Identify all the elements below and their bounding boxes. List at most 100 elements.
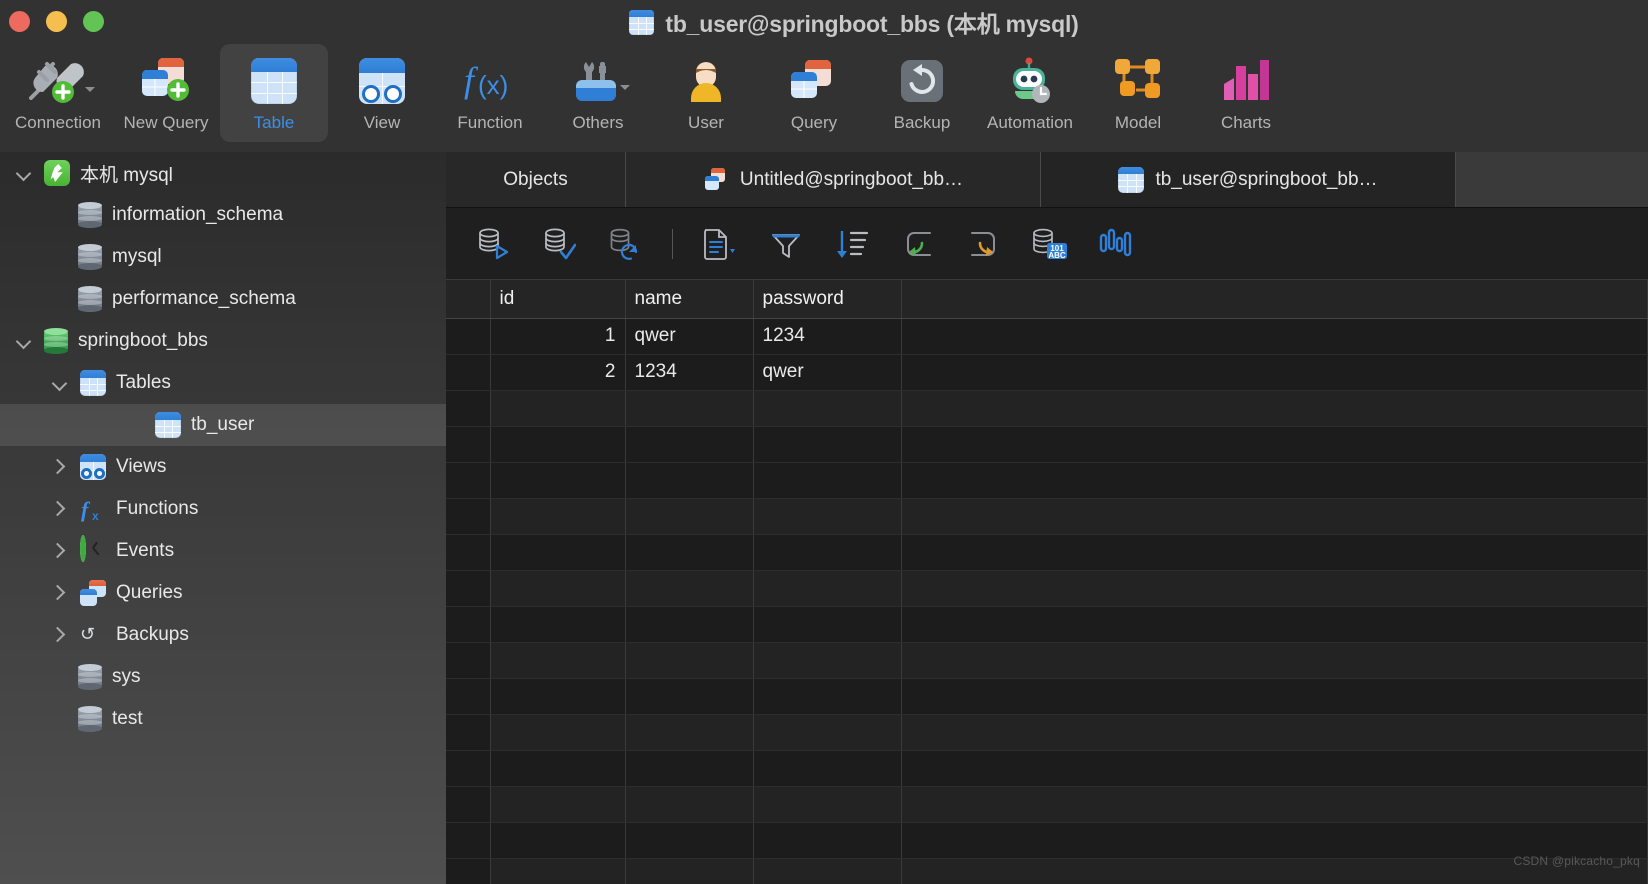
cell-filler (901, 318, 1648, 355)
function-fx-icon: f (x) (462, 56, 518, 106)
user-icon (683, 56, 729, 106)
watermark-text: CSDN @pikcacho_pkq (1513, 854, 1640, 868)
toolbar-label: Automation (987, 113, 1073, 132)
sidebar-item-information-schema[interactable]: information_schema (0, 194, 446, 236)
sidebar-item-label: information_schema (112, 204, 284, 225)
toolbar-label: Others (572, 113, 624, 132)
toolbar-button-query[interactable]: Query (760, 44, 868, 142)
sidebar-item-events[interactable]: Events (0, 530, 446, 572)
sidebar-item-mysql[interactable]: mysql (0, 236, 446, 278)
toolbar-button-new-query[interactable]: New Query (112, 44, 220, 142)
sidebar-item-connection[interactable]: 本机 mysql (0, 152, 446, 194)
cell-password[interactable]: qwer (753, 354, 902, 391)
automation-robot-icon (1005, 56, 1055, 106)
toolbar-button-others[interactable]: Others (544, 44, 652, 142)
table-row-empty (446, 606, 1648, 643)
window-title: tb_user@springboot_bbs (本机 mysql) (665, 11, 1079, 37)
chevron-right-icon[interactable] (48, 582, 70, 604)
column-header-id[interactable]: id (490, 280, 626, 319)
tab-untitled-query[interactable]: Untitled@springboot_bb… (626, 152, 1041, 207)
chevron-down-icon[interactable] (620, 85, 630, 90)
table-row-empty (446, 642, 1648, 679)
table-row[interactable]: 2 1234 qwer (446, 354, 1648, 391)
filter-icon[interactable] (753, 215, 819, 273)
row-selector-cell[interactable] (446, 354, 491, 391)
database-tree-sidebar[interactable]: 本机 mysql information_schema mysql perfor… (0, 152, 446, 884)
form-view-icon[interactable] (687, 215, 753, 273)
table-row[interactable]: 1 qwer 1234 (446, 318, 1648, 355)
import-wizard-icon[interactable] (885, 215, 951, 273)
sidebar-item-sys[interactable]: sys (0, 656, 446, 698)
sidebar-item-backups[interactable]: Backups (0, 614, 446, 656)
tab-label: Untitled@springboot_bb… (739, 168, 964, 190)
table-row-empty (446, 750, 1648, 787)
toolbar-button-backup[interactable]: Backup (868, 44, 976, 142)
toolbar-button-table[interactable]: Table (220, 44, 328, 142)
chevron-down-icon[interactable] (48, 372, 70, 394)
raw-data-icon[interactable]: 101 ABC (1017, 215, 1083, 273)
commit-icon[interactable] (526, 215, 592, 273)
table-row-empty (446, 426, 1648, 463)
chevron-right-icon[interactable] (48, 540, 70, 562)
cell-id[interactable]: 2 (490, 354, 626, 391)
svg-text:(x): (x) (478, 70, 508, 100)
column-header-filler (901, 280, 1648, 319)
toolbar-label: New Query (123, 113, 209, 132)
sidebar-item-views[interactable]: Views (0, 446, 446, 488)
tab-objects[interactable]: Objects (446, 152, 626, 207)
data-grid[interactable]: id name password 1 qwer 1234 2 1234 qwer… (446, 280, 1648, 884)
database-icon (78, 706, 102, 732)
sidebar-item-label: performance_schema (112, 288, 296, 309)
toolbar-button-view[interactable]: View (328, 44, 436, 142)
chevron-down-icon[interactable] (12, 162, 34, 184)
rollback-icon[interactable] (592, 215, 658, 273)
database-icon (78, 244, 102, 270)
query-icon (703, 167, 729, 193)
database-icon (78, 202, 102, 228)
sidebar-item-label: Backups (116, 624, 189, 645)
chevron-down-icon[interactable] (12, 330, 34, 352)
sidebar-item-label: Queries (116, 582, 183, 603)
toolbar-button-user[interactable]: User (652, 44, 760, 142)
charts-bars-icon (1222, 56, 1270, 106)
toolbar-button-model[interactable]: Model (1084, 44, 1192, 142)
cell-name[interactable]: qwer (625, 318, 754, 355)
sidebar-item-label: 本机 mysql (80, 164, 173, 186)
svg-text:f: f (464, 60, 479, 100)
toolbar-button-function[interactable]: f (x) Function (436, 44, 544, 142)
cell-name[interactable]: 1234 (625, 354, 754, 391)
sidebar-item-tb-user[interactable]: tb_user (0, 404, 446, 446)
column-header-name[interactable]: name (625, 280, 754, 319)
toolbar-button-connection[interactable]: Connection (4, 44, 112, 142)
cell-password[interactable]: 1234 (753, 318, 902, 355)
chevron-right-icon[interactable] (48, 498, 70, 520)
tab-tb-user-table[interactable]: tb_user@springboot_bb… (1041, 152, 1456, 207)
chart-icon[interactable] (1083, 215, 1149, 273)
others-tools-icon (570, 56, 630, 106)
svg-text:f: f (81, 497, 91, 522)
chevron-right-icon[interactable] (48, 456, 70, 478)
column-header-password[interactable]: password (753, 280, 902, 319)
chevron-right-icon[interactable] (48, 624, 70, 646)
table-row-empty (446, 858, 1648, 884)
sidebar-item-performance-schema[interactable]: performance_schema (0, 278, 446, 320)
table-icon (1118, 166, 1145, 193)
title-bar: tb_user@springboot_bbs (本机 mysql) (0, 0, 1648, 44)
sidebar-item-tables[interactable]: Tables (0, 362, 446, 404)
export-wizard-icon[interactable] (951, 215, 1017, 273)
mysql-dolphin-icon (44, 160, 70, 186)
sidebar-item-label: sys (112, 666, 141, 687)
toolbar-label: Query (790, 113, 838, 132)
cell-id[interactable]: 1 (490, 318, 626, 355)
sort-icon[interactable] (819, 215, 885, 273)
sidebar-item-test[interactable]: test (0, 698, 446, 740)
sidebar-item-springboot-bbs[interactable]: springboot_bbs (0, 320, 446, 362)
row-selector-cell[interactable] (446, 318, 491, 355)
chevron-down-icon[interactable] (85, 87, 95, 92)
toolbar-button-charts[interactable]: Charts (1192, 44, 1300, 142)
begin-transaction-icon[interactable] (460, 215, 526, 273)
sidebar-item-queries[interactable]: Queries (0, 572, 446, 614)
toolbar-button-automation[interactable]: Automation (976, 44, 1084, 142)
sidebar-item-functions[interactable]: f x Functions (0, 488, 446, 530)
